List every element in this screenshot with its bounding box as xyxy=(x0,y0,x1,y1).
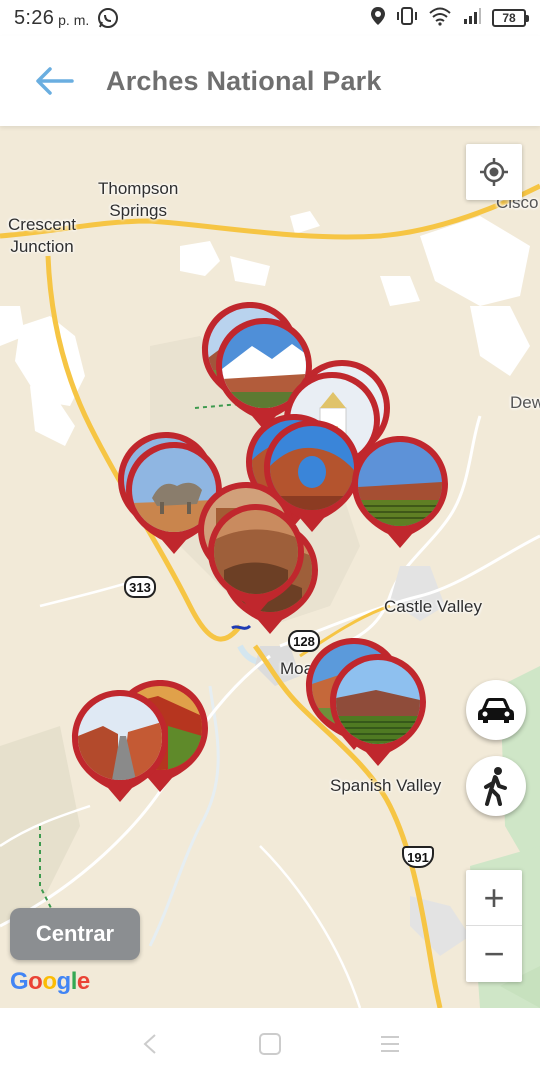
google-logo: Google xyxy=(10,968,90,995)
arrow-left-icon xyxy=(36,67,74,95)
marker-photo xyxy=(78,696,162,780)
battery-indicator: 78 xyxy=(492,9,529,27)
vibrate-icon xyxy=(396,6,418,31)
label-castle-valley: Castle Valley xyxy=(384,597,482,616)
label-thompson-springs: Thompson Springs xyxy=(98,179,179,220)
nav-back-button[interactable] xyxy=(130,1024,170,1064)
status-icons: 78 xyxy=(370,6,529,31)
system-nav-bar xyxy=(0,1008,540,1080)
status-bar: 5:26 p. m. 78 xyxy=(0,0,540,36)
marker-photo xyxy=(214,510,298,594)
zoom-in-button[interactable]: + xyxy=(466,870,522,926)
page-title: Arches National Park xyxy=(106,65,382,96)
nav-menu-icon xyxy=(381,1036,399,1052)
marker-photo xyxy=(336,660,420,744)
photo-marker[interactable] xyxy=(350,434,450,550)
drive-mode-button[interactable] xyxy=(466,680,526,740)
label-dewey: Dew xyxy=(510,393,540,412)
photo-marker[interactable] xyxy=(206,502,306,618)
route-shield-313: 313 xyxy=(124,576,156,598)
signal-icon xyxy=(462,6,482,31)
nav-back-icon xyxy=(143,1034,156,1054)
location-icon xyxy=(370,6,386,31)
map-view[interactable]: Thompson Springs Crescent Junction Cisco… xyxy=(0,126,540,1008)
back-button[interactable] xyxy=(24,51,84,111)
my-location-icon xyxy=(480,158,508,186)
label-spanish-valley: Spanish Valley xyxy=(330,776,442,795)
status-ampm: p. m. xyxy=(58,12,90,28)
walk-mode-button[interactable] xyxy=(466,756,526,816)
label-crescent-junction: Crescent Junction xyxy=(8,215,77,256)
app-bar: Arches National Park xyxy=(0,36,540,126)
nav-home-button[interactable] xyxy=(250,1024,290,1064)
centrar-button[interactable]: Centrar xyxy=(10,908,140,960)
photo-marker[interactable] xyxy=(70,688,170,804)
car-icon xyxy=(478,698,514,723)
zoom-out-button[interactable]: − xyxy=(466,926,522,982)
nav-menu-button[interactable] xyxy=(370,1024,410,1064)
zoom-control: + − xyxy=(466,870,522,982)
status-time: 5:26 xyxy=(14,6,55,29)
wifi-icon xyxy=(428,6,452,31)
whatsapp-icon xyxy=(97,7,119,29)
marker-photo xyxy=(358,442,442,526)
photo-marker[interactable] xyxy=(328,652,428,768)
walking-icon xyxy=(484,767,507,806)
my-location-button[interactable] xyxy=(466,144,522,200)
nav-home-icon xyxy=(259,1033,281,1055)
